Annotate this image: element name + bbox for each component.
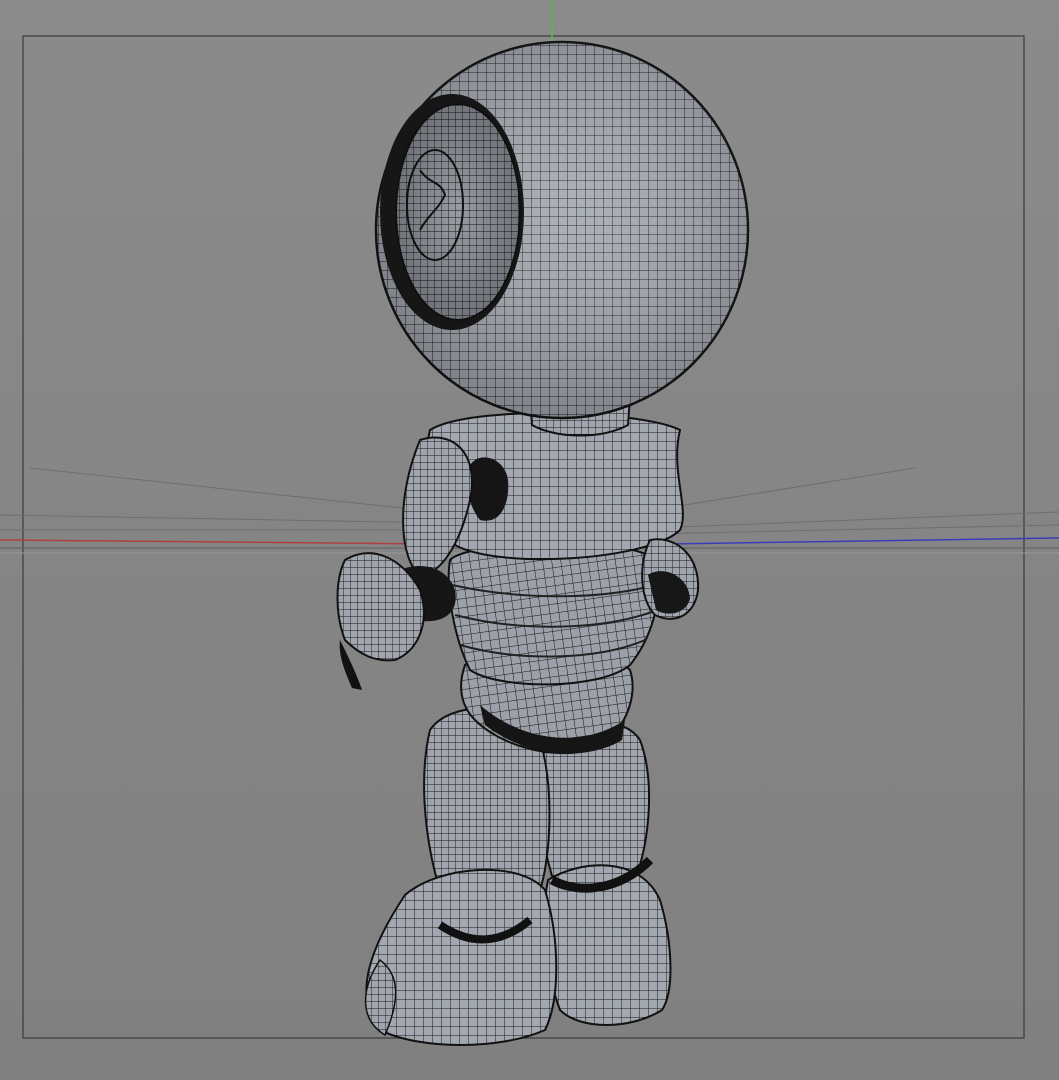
- robot-torso[interactable]: [447, 542, 660, 686]
- robot-leg-right[interactable]: [537, 721, 672, 1026]
- robot-head[interactable]: [374, 40, 750, 420]
- robot-face-plate: [380, 94, 524, 330]
- 3d-viewport[interactable]: [0, 0, 1059, 1080]
- robot-leg-left[interactable]: [364, 707, 558, 1046]
- viewport-canvas[interactable]: [0, 0, 1059, 1080]
- robot-arm-right[interactable]: [641, 538, 700, 620]
